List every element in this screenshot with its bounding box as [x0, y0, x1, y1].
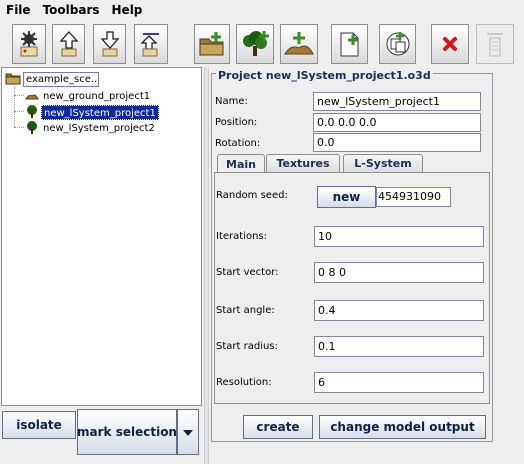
tree-connector [14, 111, 24, 112]
tab-main[interactable]: Main [217, 154, 265, 173]
mark-selection-button[interactable]: mark selection [77, 409, 177, 455]
rotation-label: Rotation: [215, 138, 261, 149]
position-label: Position: [215, 117, 258, 128]
change-model-output-button[interactable]: change model output [319, 415, 486, 439]
mark-selection-dropdown[interactable] [177, 409, 199, 455]
tree-item-lsystem-project1[interactable]: new_lSystem_project1 [25, 104, 159, 120]
start-radius-label: Start radius: [216, 341, 278, 352]
tree-connector [14, 127, 24, 128]
folder-icon [5, 71, 21, 88]
merge-button[interactable] [379, 24, 416, 64]
delete-button[interactable] [431, 24, 469, 64]
start-radius-field[interactable]: 0.1 [314, 336, 484, 357]
resolution-field[interactable]: 6 [314, 372, 484, 393]
tree-icon [25, 104, 39, 121]
add-lsystem-button[interactable] [236, 24, 274, 64]
tree-root-label: example_sce... [23, 71, 99, 87]
create-button[interactable]: create [243, 415, 313, 439]
open-project-button[interactable] [194, 24, 230, 64]
tree-item-label: new_ground_project1 [43, 90, 151, 102]
name-field[interactable]: new_lSystem_project1 [313, 92, 481, 111]
gear-load-icon [17, 30, 41, 58]
tree-connector [14, 95, 24, 96]
disabled-tool-icon [483, 30, 507, 58]
tree-item-label: new_lSystem_project1 [41, 104, 159, 120]
ground-icon [25, 89, 39, 104]
disabled-tool-button[interactable] [476, 24, 514, 64]
iterations-field[interactable]: 10 [314, 226, 484, 247]
menu-bar: File Toolbars Help [0, 0, 524, 20]
start-vector-field[interactable]: 0 8 0 [314, 262, 484, 283]
tree-root[interactable]: example_sce... [5, 71, 99, 87]
new-seed-button[interactable]: new [317, 186, 376, 208]
menu-toolbars[interactable]: Toolbars [37, 0, 106, 20]
tab-textures[interactable]: Textures [266, 154, 340, 172]
upload-button[interactable] [52, 24, 85, 64]
export-button[interactable] [134, 24, 168, 64]
start-angle-label: Start angle: [216, 305, 275, 316]
add-ground-button[interactable] [280, 24, 318, 64]
load-button[interactable] [12, 24, 46, 64]
delete-icon [442, 36, 458, 52]
start-angle-field[interactable]: 0.4 [314, 300, 484, 321]
tree-connector [14, 87, 15, 127]
merge-icon [384, 30, 412, 58]
tree-icon [25, 120, 39, 137]
download-button[interactable] [93, 24, 126, 64]
rotation-field[interactable]: 0.0 [313, 133, 481, 152]
new-project-button[interactable] [331, 24, 368, 64]
project-title: Project new_lSystem_project1.o3d [216, 68, 433, 84]
tree-item-label: new_lSystem_project2 [43, 122, 155, 134]
upload-icon [58, 30, 80, 58]
download-icon [99, 30, 121, 58]
chevron-down-icon [183, 425, 193, 439]
tree-item-ground-project1[interactable]: new_ground_project1 [25, 88, 152, 104]
add-ground-icon [283, 30, 315, 58]
tree-item-lsystem-project2[interactable]: new_lSystem_project2 [25, 120, 157, 136]
add-tree-icon [239, 30, 271, 58]
new-document-icon [337, 30, 363, 58]
random-seed-field[interactable]: 454931090 [376, 187, 451, 207]
menu-help[interactable]: Help [106, 0, 149, 20]
start-vector-label: Start vector: [216, 267, 279, 278]
toolbar [0, 20, 524, 66]
export-icon [139, 30, 163, 58]
split-pane-divider[interactable] [204, 67, 209, 464]
iterations-label: Iterations: [216, 231, 267, 242]
open-folder-icon [198, 31, 226, 57]
menu-file[interactable]: File [0, 0, 37, 20]
project-tree[interactable]: example_sce... new_ground_project1 new_l… [1, 67, 202, 406]
resolution-label: Resolution: [216, 377, 272, 388]
isolate-button[interactable]: isolate [2, 411, 76, 439]
tab-lsystem[interactable]: L-System [343, 154, 423, 172]
position-field[interactable]: 0.0 0.0 0.0 [313, 113, 481, 132]
random-seed-label: Random seed: [216, 190, 288, 201]
name-label: Name: [215, 96, 248, 107]
